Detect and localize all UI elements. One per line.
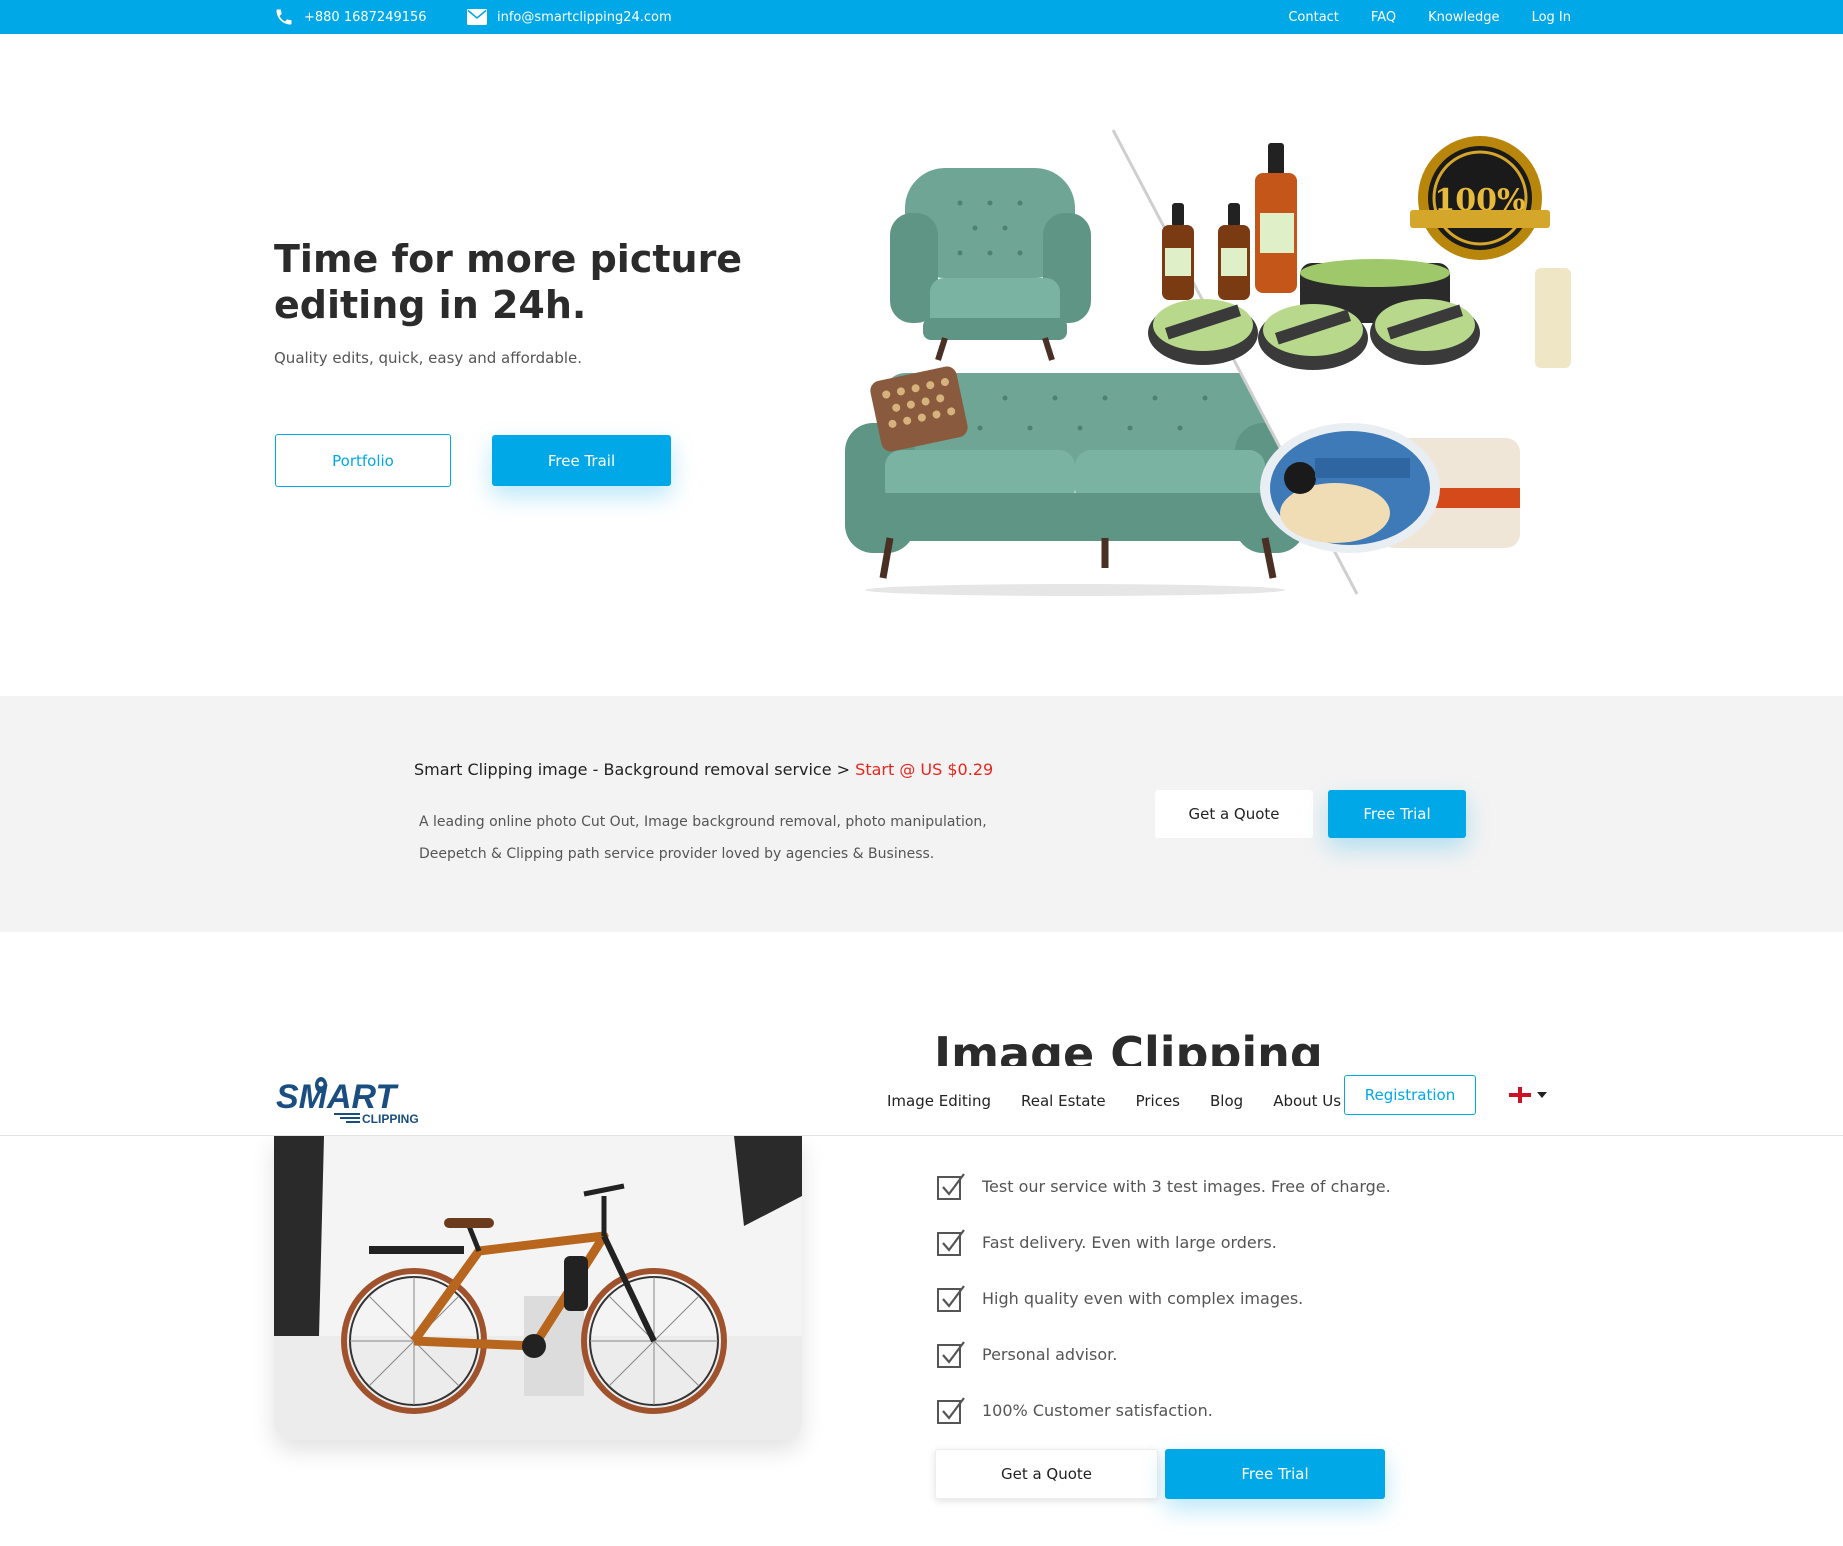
language-selector[interactable]	[1509, 1087, 1547, 1103]
list-item: Personal advisor.	[936, 1326, 1556, 1382]
feature-list: Test our service with 3 test images. Fre…	[936, 1158, 1556, 1438]
promo-description: A leading online photo Cut Out, Image ba…	[419, 814, 987, 862]
feature-text: 100% Customer satisfaction.	[982, 1400, 1213, 1420]
nav-item-image-editing[interactable]: Image Editing	[887, 1092, 991, 1110]
chevron-down-icon	[1537, 1092, 1547, 1098]
nav-item-about-us[interactable]: About Us	[1273, 1092, 1341, 1110]
checkbox-check-icon	[937, 1229, 965, 1256]
bicycle-image	[274, 1136, 802, 1440]
list-item: High quality even with complex images.	[936, 1270, 1556, 1326]
sofa-image	[845, 366, 1305, 596]
email-contact[interactable]: info@smartclipping24.com	[467, 0, 672, 34]
checkbox-check-icon	[937, 1341, 965, 1368]
list-item: 100% Customer satisfaction.	[936, 1382, 1556, 1438]
main-navbar: SMART CLIPPING Image Editing Real Estate…	[0, 1066, 1843, 1136]
top-link-contact[interactable]: Contact	[1288, 10, 1339, 25]
top-link-faq[interactable]: FAQ	[1371, 10, 1396, 25]
phone-icon	[274, 7, 294, 27]
promo-price: Start @ US $0.29	[855, 760, 994, 779]
svg-text:CLIPPING: CLIPPING	[362, 1112, 419, 1126]
feature-text: Personal advisor.	[982, 1344, 1118, 1364]
england-flag-icon	[1509, 1087, 1531, 1103]
top-links: Contact FAQ Knowledge Log In	[1288, 0, 1571, 34]
promo-band: Smart Clipping image - Background remova…	[0, 696, 1843, 932]
portfolio-button[interactable]: Portfolio	[275, 434, 451, 487]
smart-clipping-logo[interactable]: SMART CLIPPING	[274, 1076, 426, 1128]
feature-text: High quality even with complex images.	[982, 1288, 1304, 1308]
nav-item-prices[interactable]: Prices	[1136, 1092, 1180, 1110]
bicycle-photo-card	[274, 1136, 802, 1440]
nav-item-real-estate[interactable]: Real Estate	[1021, 1092, 1106, 1110]
mail-icon	[467, 9, 487, 25]
svg-text:SMART: SMART	[276, 1078, 399, 1116]
promo-title-text: Smart Clipping image - Background remova…	[414, 760, 851, 779]
list-item: Test our service with 3 test images. Fre…	[936, 1158, 1556, 1214]
phone-contact[interactable]: +880 1687249156	[274, 0, 427, 34]
phone-number[interactable]: +880 1687249156	[304, 10, 427, 25]
armchair-image	[890, 168, 1091, 361]
band-get-quote-button[interactable]: Get a Quote	[1155, 790, 1313, 838]
top-link-knowledge[interactable]: Knowledge	[1428, 10, 1499, 25]
top-link-login[interactable]: Log In	[1532, 10, 1571, 25]
free-trial-button[interactable]: Free Trial	[1165, 1449, 1385, 1499]
cheese-tubs-image	[1260, 423, 1520, 553]
promo-title: Smart Clipping image - Background remova…	[414, 760, 993, 779]
get-quote-button[interactable]: Get a Quote	[935, 1449, 1158, 1499]
nav-links: Image Editing Real Estate Prices Blog Ab…	[887, 1066, 1341, 1136]
band-free-trial-button[interactable]: Free Trial	[1328, 790, 1466, 838]
hero-subtitle: Quality edits, quick, easy and affordabl…	[274, 349, 583, 367]
hero-product-image: 100%	[845, 128, 1571, 596]
list-item: Fast delivery. Even with large orders.	[936, 1214, 1556, 1270]
hero-free-trail-button[interactable]: Free Trail	[492, 435, 671, 486]
email-address[interactable]: info@smartclipping24.com	[497, 10, 672, 25]
nav-item-blog[interactable]: Blog	[1210, 1092, 1243, 1110]
hero-title: Time for more picture editing in 24h.	[274, 237, 743, 327]
feature-text: Fast delivery. Even with large orders.	[982, 1232, 1277, 1252]
checkbox-check-icon	[937, 1397, 965, 1424]
checkbox-check-icon	[937, 1173, 965, 1200]
feature-text: Test our service with 3 test images. Fre…	[982, 1176, 1391, 1196]
registration-button[interactable]: Registration	[1344, 1075, 1476, 1115]
section-heading: Image Clipping	[934, 1027, 1323, 1066]
top-bar: +880 1687249156 info@smartclipping24.com…	[0, 0, 1843, 34]
checkbox-check-icon	[937, 1285, 965, 1312]
